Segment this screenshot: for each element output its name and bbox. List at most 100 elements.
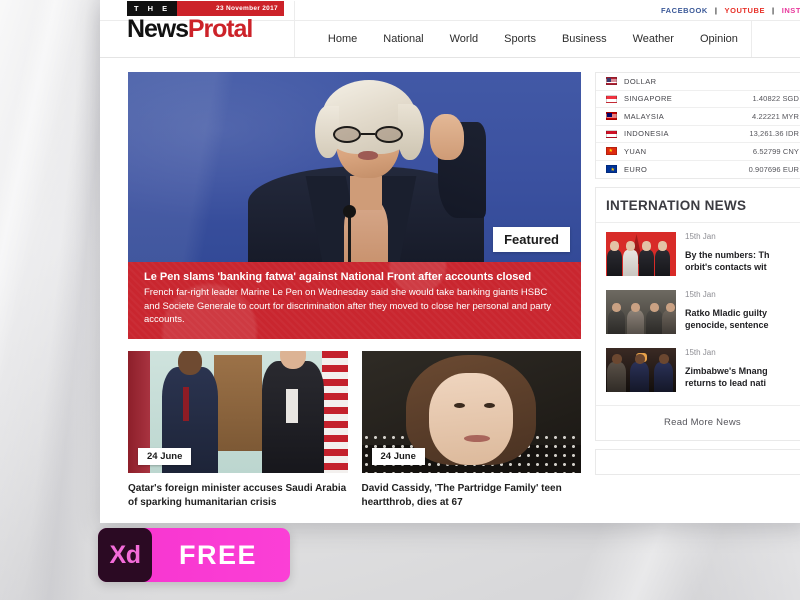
currency-row[interactable]: YUAN 6.52799 CNY [596,143,800,161]
thumb-figure [654,354,673,392]
adobe-xd-free-badge: Xd FREE [98,528,290,582]
adobe-xd-icon: Xd [98,528,152,582]
card-image-mouth [463,434,490,442]
news-item-title-line2[interactable]: genocide, sentence [685,319,799,331]
card-image-eye-left [453,402,465,408]
article-card-cassidy[interactable]: 24 June David Cassidy, 'The Partridge Fa… [361,350,582,511]
glasses-icon [332,126,404,143]
nav-item-weather[interactable]: Weather [620,33,687,45]
news-item-meta: 15th Jan By the numbers: Th orbit's cont… [685,232,799,276]
news-thumbnail [606,290,676,334]
subject-mouth [357,151,378,160]
logo-word-news: News [127,15,189,43]
glasses-lens-left [332,126,361,143]
article-card-qatar[interactable]: 24 June Qatar's foreign minister accuses… [128,350,348,511]
currency-value: 6.52799 CNY [752,146,799,156]
international-news-title: INTERNATION NEWS [596,188,800,223]
featured-summary: French far-right leader Marine Le Pen on… [144,287,552,325]
social-links: FACEBOOK | YOUTUBE | INST [654,6,800,15]
article-card-image: 24 June [128,350,348,473]
flag-usa-icon [606,77,617,86]
thumb-figure [608,303,625,334]
logo-the-box: T H E [127,1,177,16]
currency-name: YUAN [624,146,647,156]
nav-item-world[interactable]: World [437,33,492,45]
currency-row[interactable]: SINGAPORE 1.40822 SGD [596,91,800,108]
news-website-page: FACEBOOK | YOUTUBE | INST T H E 23 Novem… [100,0,800,523]
nav-item-national[interactable]: National [370,33,436,45]
news-list-item[interactable]: 15th Jan Zimbabwe's Mnang returns to lea… [596,339,800,397]
social-link-instagram[interactable]: INST [775,6,800,15]
article-card-title[interactable]: Qatar's foreign minister accuses Saudi A… [128,482,348,511]
microphone-icon [342,205,356,262]
flag-indonesia-icon [606,129,617,138]
secondary-articles: 24 June Qatar's foreign minister accuses… [128,350,582,511]
news-item-title[interactable]: Zimbabwe's Mnang [685,365,799,377]
news-thumbnail [606,232,676,276]
article-card-image: 24 June [361,350,581,473]
nav-item-home[interactable]: Home [315,33,370,45]
site-logo[interactable]: T H E 23 November 2017 NewsProtal [100,1,295,57]
thumb-figure [630,354,649,392]
featured-headline[interactable]: Le Pen slams 'banking fatwa' against Nat… [144,271,565,283]
card-image-face [429,372,514,465]
site-header: T H E 23 November 2017 NewsProtal Home N… [100,1,800,58]
currency-value: 4.22221 MYR [752,111,799,121]
subject-hand [429,114,464,160]
news-item-meta: 15th Jan Zimbabwe's Mnang returns to lea… [685,348,799,392]
currency-row[interactable]: EURO 0.907696 EUR [596,161,800,179]
card-image-eye-right [483,402,495,408]
currency-name: SINGAPORE [624,94,673,104]
featured-image-subject [240,76,490,262]
currency-value: 13,261.36 IDR [749,129,799,139]
thumb-figure [639,241,654,276]
currency-row[interactable]: MALAYSIA 4.22221 MYR [596,108,800,126]
sidebar: DOLLAR SINGAPORE 1.40822 SGD MALAYSIA 4.… [595,72,800,511]
page-body: Featured Le Pen slams 'banking fatwa' ag… [100,58,800,511]
currency-row[interactable]: INDONESIA 13,261.36 IDR [596,126,800,143]
news-item-title-line2[interactable]: returns to lead nati [685,377,799,389]
news-item-meta: 15th Jan Ratko Mladic guilty genocide, s… [685,290,799,334]
social-link-facebook[interactable]: FACEBOOK [654,6,715,15]
international-news-widget: INTERNATION NEWS 15th Jan By the numbers… [595,187,800,441]
logo-word-protal: Protal [187,15,253,43]
news-item-date: 15th Jan [685,348,716,357]
thumb-figure [646,303,663,334]
news-item-date: 15th Jan [685,232,716,241]
sidebar-next-widget [595,449,800,475]
news-item-title-line2[interactable]: orbit's contacts wit [685,261,799,273]
news-list-item[interactable]: 15th Jan By the numbers: Th orbit's cont… [596,223,800,281]
nav-item-opinion[interactable]: Opinion [687,33,751,45]
thumb-figure [655,241,670,276]
featured-image: Featured [128,72,581,262]
currency-value: 0.907696 EUR [748,164,799,174]
featured-caption: Le Pen slams 'banking fatwa' against Nat… [128,262,581,339]
featured-article[interactable]: Featured Le Pen slams 'banking fatwa' ag… [128,72,581,339]
glasses-bridge [360,133,375,136]
currency-row[interactable]: DOLLAR [596,73,800,91]
currency-name: EURO [624,164,648,174]
card-image-shirt [286,388,298,423]
news-item-title[interactable]: By the numbers: Th [685,249,799,261]
main-column: Featured Le Pen slams 'banking fatwa' ag… [100,72,595,511]
article-card-title[interactable]: David Cassidy, 'The Partridge Family' te… [362,482,582,511]
news-thumbnail [606,348,676,392]
currency-name: DOLLAR [624,76,657,86]
news-item-title[interactable]: Ratko Mladic guilty [685,307,799,319]
currency-value: 1.40822 SGD [752,94,799,104]
nav-item-business[interactable]: Business [549,33,620,45]
card-image-door [214,354,262,451]
flag-china-icon [606,147,617,156]
flag-singapore-icon [606,94,617,103]
logo-top-strip: T H E 23 November 2017 [127,1,284,16]
news-item-date: 15th Jan [685,290,716,299]
news-list-item[interactable]: 15th Jan Ratko Mladic guilty genocide, s… [596,281,800,339]
article-date-badge: 24 June [138,447,192,465]
flag-malaysia-icon [606,112,617,121]
read-more-news-button[interactable]: Read More News [596,405,800,440]
social-link-youtube[interactable]: YOUTUBE [718,6,773,15]
card-image-tie [183,386,189,421]
nav-item-sports[interactable]: Sports [491,33,549,45]
glasses-lens-right [374,126,403,143]
